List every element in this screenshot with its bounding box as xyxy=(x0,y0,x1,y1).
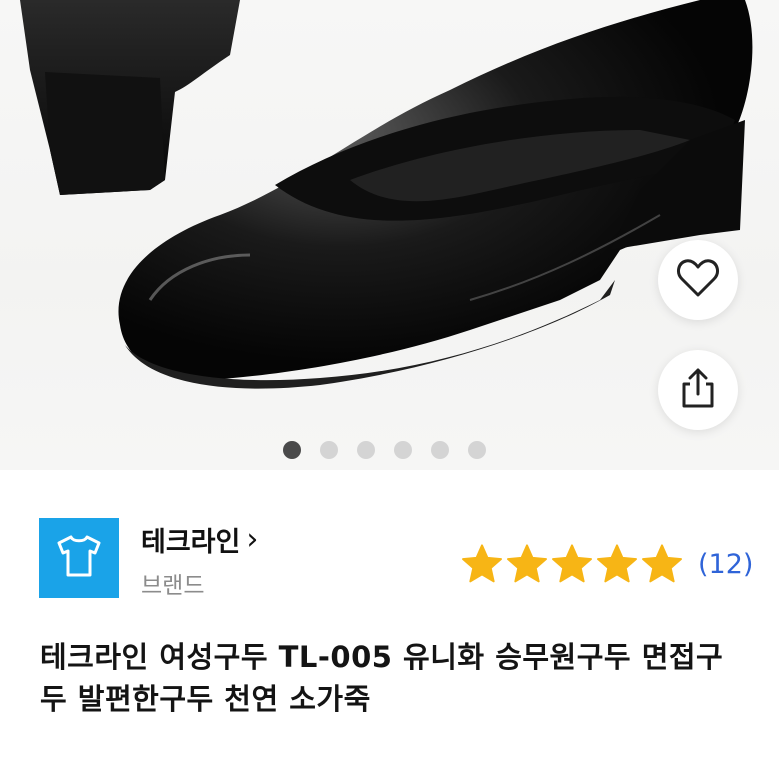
heart-outline-icon xyxy=(676,258,720,302)
store-logo[interactable] xyxy=(39,518,119,598)
store-name-link[interactable]: 테크라인 › xyxy=(141,520,258,559)
star-rating xyxy=(460,542,684,586)
carousel-dot[interactable] xyxy=(283,441,301,459)
carousel-dot[interactable] xyxy=(320,441,338,459)
star-icon xyxy=(597,544,637,583)
store-name: 테크라인 xyxy=(141,527,241,558)
like-button[interactable] xyxy=(658,240,738,320)
review-count-link[interactable]: (12) xyxy=(698,549,753,580)
share-icon xyxy=(678,366,718,414)
star-icon xyxy=(462,544,502,583)
product-title: 테크라인 여성구두 TL-005 유니화 승무원구두 면접구두 발편한구두 천연… xyxy=(40,640,724,716)
star-icon xyxy=(507,544,547,583)
carousel-dot[interactable] xyxy=(394,441,412,459)
share-button[interactable] xyxy=(658,350,738,430)
rating-summary[interactable]: (12) xyxy=(460,542,753,586)
carousel-pagination xyxy=(283,441,486,459)
carousel-dot[interactable] xyxy=(357,441,375,459)
carousel-dot[interactable] xyxy=(431,441,449,459)
star-icon xyxy=(552,544,592,583)
product-image-carousel[interactable] xyxy=(0,0,779,470)
store-type-label: 브랜드 xyxy=(141,573,205,599)
carousel-dot[interactable] xyxy=(468,441,486,459)
t-shirt-icon xyxy=(55,534,103,582)
star-icon xyxy=(642,544,682,583)
chevron-right-icon: › xyxy=(246,522,259,557)
